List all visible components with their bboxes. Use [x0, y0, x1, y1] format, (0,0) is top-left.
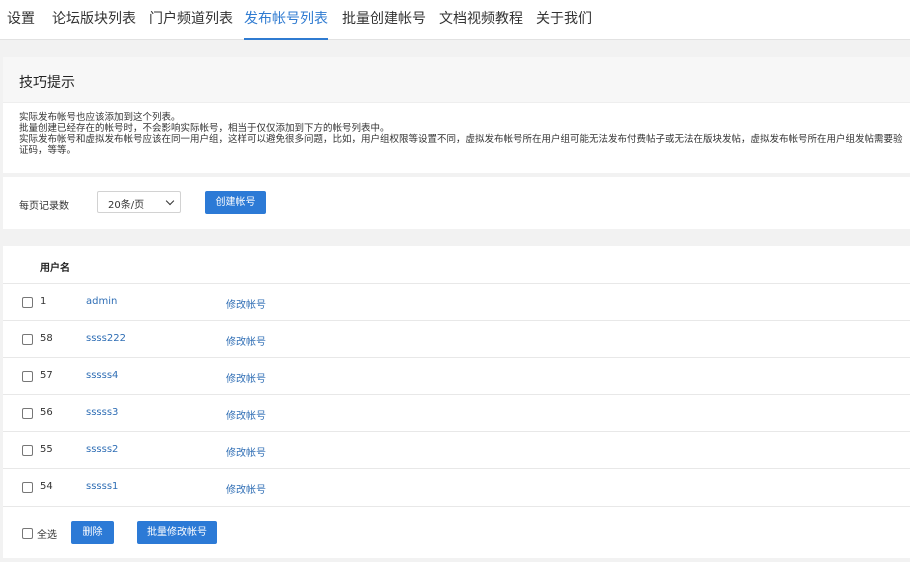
row-checkbox[interactable] [22, 482, 33, 493]
user-id: 56 [40, 407, 53, 418]
tab-portal-list[interactable]: 门户频道列表 [149, 0, 233, 40]
tip-line: 实际发布帐号也应该添加到这个列表。 [19, 112, 181, 123]
per-page-label: 每页记录数 [19, 201, 69, 212]
delete-button[interactable]: 删除 [71, 521, 114, 544]
user-id: 54 [40, 481, 53, 492]
tab-account-list[interactable]: 发布帐号列表 [244, 0, 328, 40]
edit-account-link[interactable]: 修改帐号 [226, 481, 266, 496]
table-row: 57 sssss4 修改帐号 [3, 357, 910, 394]
tips-header [3, 57, 910, 103]
username-link[interactable]: sssss4 [86, 370, 118, 381]
username-link[interactable]: admin [86, 296, 117, 307]
edit-account-link[interactable]: 修改帐号 [226, 370, 266, 385]
table-row: 58 ssss222 修改帐号 [3, 320, 910, 357]
create-account-button[interactable]: 创建帐号 [205, 191, 266, 214]
top-nav: 设置 论坛版块列表 门户频道列表 发布帐号列表 批量创建帐号 文档视频教程 关于… [0, 0, 910, 40]
edit-account-link[interactable]: 修改帐号 [226, 444, 266, 459]
username-link[interactable]: sssss2 [86, 444, 118, 455]
tip-line: 批量创建已经存在的帐号时，不会影响实际帐号，相当于仅仅添加到下方的帐号列表中。 [19, 123, 390, 134]
select-all-checkbox[interactable] [22, 528, 33, 539]
row-checkbox[interactable] [22, 334, 33, 345]
edit-account-link[interactable]: 修改帐号 [226, 296, 266, 311]
account-list-panel: 用户名 1 admin 修改帐号 58 ssss222 修改帐号 57 ssss… [3, 246, 910, 558]
table-row: 1 admin 修改帐号 [3, 283, 910, 320]
tip-line: 实际发布帐号和虚拟发布帐号应该在同一用户组，这样可以避免很多问题，比如，用户组权… [19, 134, 903, 156]
username-link[interactable]: sssss1 [86, 481, 118, 492]
user-id: 1 [40, 296, 47, 307]
edit-account-link[interactable]: 修改帐号 [226, 407, 266, 422]
username-column-header: 用户名 [40, 263, 70, 274]
select-all-label[interactable]: 全选 [37, 526, 57, 541]
per-page-select[interactable]: 20条/页 [97, 191, 181, 213]
per-page-value: 20条/页 [108, 200, 145, 211]
table-row: 55 sssss2 修改帐号 [3, 431, 910, 468]
user-id: 58 [40, 333, 53, 344]
tab-about[interactable]: 关于我们 [536, 0, 592, 40]
controls-panel: 每页记录数 20条/页 创建帐号 [3, 177, 910, 229]
table-row: 54 sssss1 修改帐号 [3, 468, 910, 505]
chevron-down-icon [165, 196, 175, 206]
edit-account-link[interactable]: 修改帐号 [226, 333, 266, 348]
tips-panel: 技巧提示 实际发布帐号也应该添加到这个列表。 批量创建已经存在的帐号时，不会影响… [3, 57, 910, 173]
tab-forum-list[interactable]: 论坛版块列表 [52, 0, 136, 40]
tab-batch-create[interactable]: 批量创建帐号 [342, 0, 426, 40]
row-checkbox[interactable] [22, 445, 33, 456]
row-checkbox[interactable] [22, 371, 33, 382]
user-id: 57 [40, 370, 53, 381]
table-row: 56 sssss3 修改帐号 [3, 394, 910, 431]
row-checkbox[interactable] [22, 408, 33, 419]
list-footer: 全选 删除 批量修改帐号 [3, 506, 910, 558]
tips-title: 技巧提示 [19, 75, 75, 91]
batch-edit-button[interactable]: 批量修改帐号 [137, 521, 217, 544]
user-id: 55 [40, 444, 53, 455]
tab-docs-videos[interactable]: 文档视频教程 [439, 0, 523, 40]
username-link[interactable]: ssss222 [86, 333, 126, 344]
tab-settings[interactable]: 设置 [7, 0, 35, 40]
username-link[interactable]: sssss3 [86, 407, 118, 418]
row-checkbox[interactable] [22, 297, 33, 308]
